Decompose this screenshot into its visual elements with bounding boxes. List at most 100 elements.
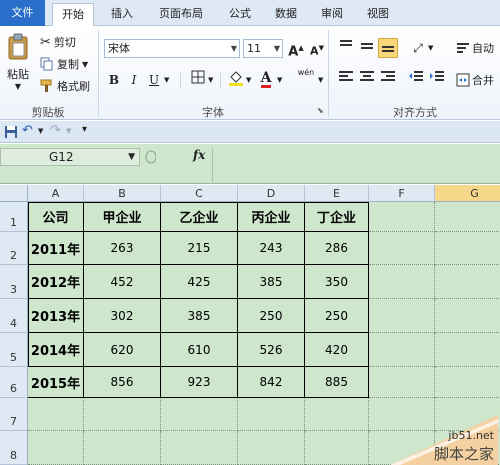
column-header-c[interactable]: C [161,185,238,202]
column-header-a[interactable]: A [28,185,84,202]
tab-file[interactable]: 文件 [0,0,45,26]
cell-d1[interactable]: 丙企业 [238,202,305,232]
align-right-button[interactable] [378,70,398,90]
chevron-down-icon[interactable]: ▼ [66,127,71,135]
bold-button[interactable]: B [104,70,124,90]
grow-font-button[interactable]: A▲ [286,38,306,59]
wrap-text-button[interactable]: 自动 [456,40,494,56]
cell-e7[interactable] [305,398,369,431]
row-header-1[interactable]: 1 [0,202,28,232]
cell-c7[interactable] [161,398,238,431]
tab-formulas[interactable]: 公式 [222,3,258,26]
cell-b3[interactable]: 452 [84,265,161,299]
cell-b7[interactable] [84,398,161,431]
cell-d2[interactable]: 243 [238,232,305,265]
customize-toolbar-icon[interactable]: ▾ [82,124,87,135]
dialog-launcher-icon[interactable]: ⬊ [317,106,324,115]
cell-a7[interactable] [28,398,84,431]
align-center-button[interactable] [357,70,377,90]
cell-e8[interactable] [305,431,369,465]
merge-center-button[interactable]: 合并 [456,72,494,88]
row-header-5[interactable]: 5 [0,333,28,367]
cell-c5[interactable]: 610 [161,333,238,367]
cell-g5[interactable] [435,333,500,367]
column-header-f[interactable]: F [369,185,435,202]
cell-a5[interactable]: 2014年 [28,333,84,367]
borders-button[interactable] [188,70,208,90]
align-top-button[interactable] [336,38,356,58]
cell-f5[interactable] [369,333,435,367]
copy-button[interactable]: 复制 ▼ [40,56,88,72]
undo-icon[interactable]: ↶ [22,123,33,138]
cell-f2[interactable] [369,232,435,265]
font-color-button[interactable]: A [256,68,276,88]
font-name-combo[interactable]: 宋体 ▼ [104,39,240,58]
row-header-8[interactable]: 8 [0,431,28,465]
fill-color-button[interactable] [226,69,246,89]
select-all-corner[interactable] [0,185,28,202]
cell-a2[interactable]: 2011年 [28,232,84,265]
cell-a1[interactable]: 公司 [28,202,84,232]
tab-data[interactable]: 数据 [268,3,304,26]
row-header-3[interactable]: 3 [0,265,28,299]
cut-button[interactable]: ✂ 剪切 [40,34,76,50]
cell-g2[interactable] [435,232,500,265]
cell-a6[interactable]: 2015年 [28,367,84,398]
formula-input[interactable] [212,148,500,182]
align-left-button[interactable] [336,70,356,90]
cell-a8[interactable] [28,431,84,465]
row-header-7[interactable]: 7 [0,398,28,431]
format-painter-button[interactable]: 格式刷 [40,78,90,94]
cell-g1[interactable] [435,202,500,232]
splitter-handle-icon[interactable] [144,149,156,165]
align-bottom-button[interactable] [378,38,398,58]
cell-f4[interactable] [369,299,435,333]
worksheet-grid[interactable]: ABCDEFG 12345678 公司 甲企业 乙企业 丙企业 丁企业 2011年 263 2… [0,185,500,465]
align-middle-button[interactable] [357,38,377,58]
cell-b4[interactable]: 302 [84,299,161,333]
shrink-font-button[interactable]: A▼ [307,38,327,58]
paste-button[interactable]: 粘贴 ▼ [4,32,32,91]
cell-c8[interactable] [161,431,238,465]
cell-d5[interactable]: 526 [238,333,305,367]
column-header-d[interactable]: D [238,185,305,202]
cell-d7[interactable] [238,398,305,431]
tab-page-layout[interactable]: 页面布局 [150,3,212,26]
phonetic-button[interactable]: wén [294,68,318,88]
cell-e5[interactable]: 420 [305,333,369,367]
cell-g3[interactable] [435,265,500,299]
cell-d8[interactable] [238,431,305,465]
row-header-6[interactable]: 6 [0,367,28,398]
cell-e6[interactable]: 885 [305,367,369,398]
cell-e1[interactable]: 丁企业 [305,202,369,232]
cell-g6[interactable] [435,367,500,398]
cell-c6[interactable]: 923 [161,367,238,398]
tab-view[interactable]: 视图 [360,3,396,26]
underline-button[interactable]: U [144,70,164,90]
decrease-indent-button[interactable] [406,70,426,90]
cell-b8[interactable] [84,431,161,465]
tab-insert[interactable]: 插入 [104,3,140,26]
cell-c4[interactable]: 385 [161,299,238,333]
redo-icon[interactable]: ↷ [50,123,61,138]
cell-d6[interactable]: 842 [238,367,305,398]
fx-icon[interactable]: fx [193,148,205,162]
row-header-4[interactable]: 4 [0,299,28,333]
cell-g4[interactable] [435,299,500,333]
cell-b2[interactable]: 263 [84,232,161,265]
name-box[interactable]: G12 ▼ [0,148,140,166]
cell-f6[interactable] [369,367,435,398]
cell-a4[interactable]: 2013年 [28,299,84,333]
orientation-button[interactable]: ⤢ [408,38,428,58]
increase-indent-button[interactable] [427,70,447,90]
cell-e3[interactable]: 350 [305,265,369,299]
cell-a3[interactable]: 2012年 [28,265,84,299]
column-header-e[interactable]: E [305,185,369,202]
cell-e2[interactable]: 286 [305,232,369,265]
save-icon[interactable] [4,125,18,139]
font-size-combo[interactable]: 11 ▼ [243,39,283,58]
cell-c3[interactable]: 425 [161,265,238,299]
tab-home[interactable]: 开始 [52,3,94,27]
cell-b6[interactable]: 856 [84,367,161,398]
cell-c1[interactable]: 乙企业 [161,202,238,232]
